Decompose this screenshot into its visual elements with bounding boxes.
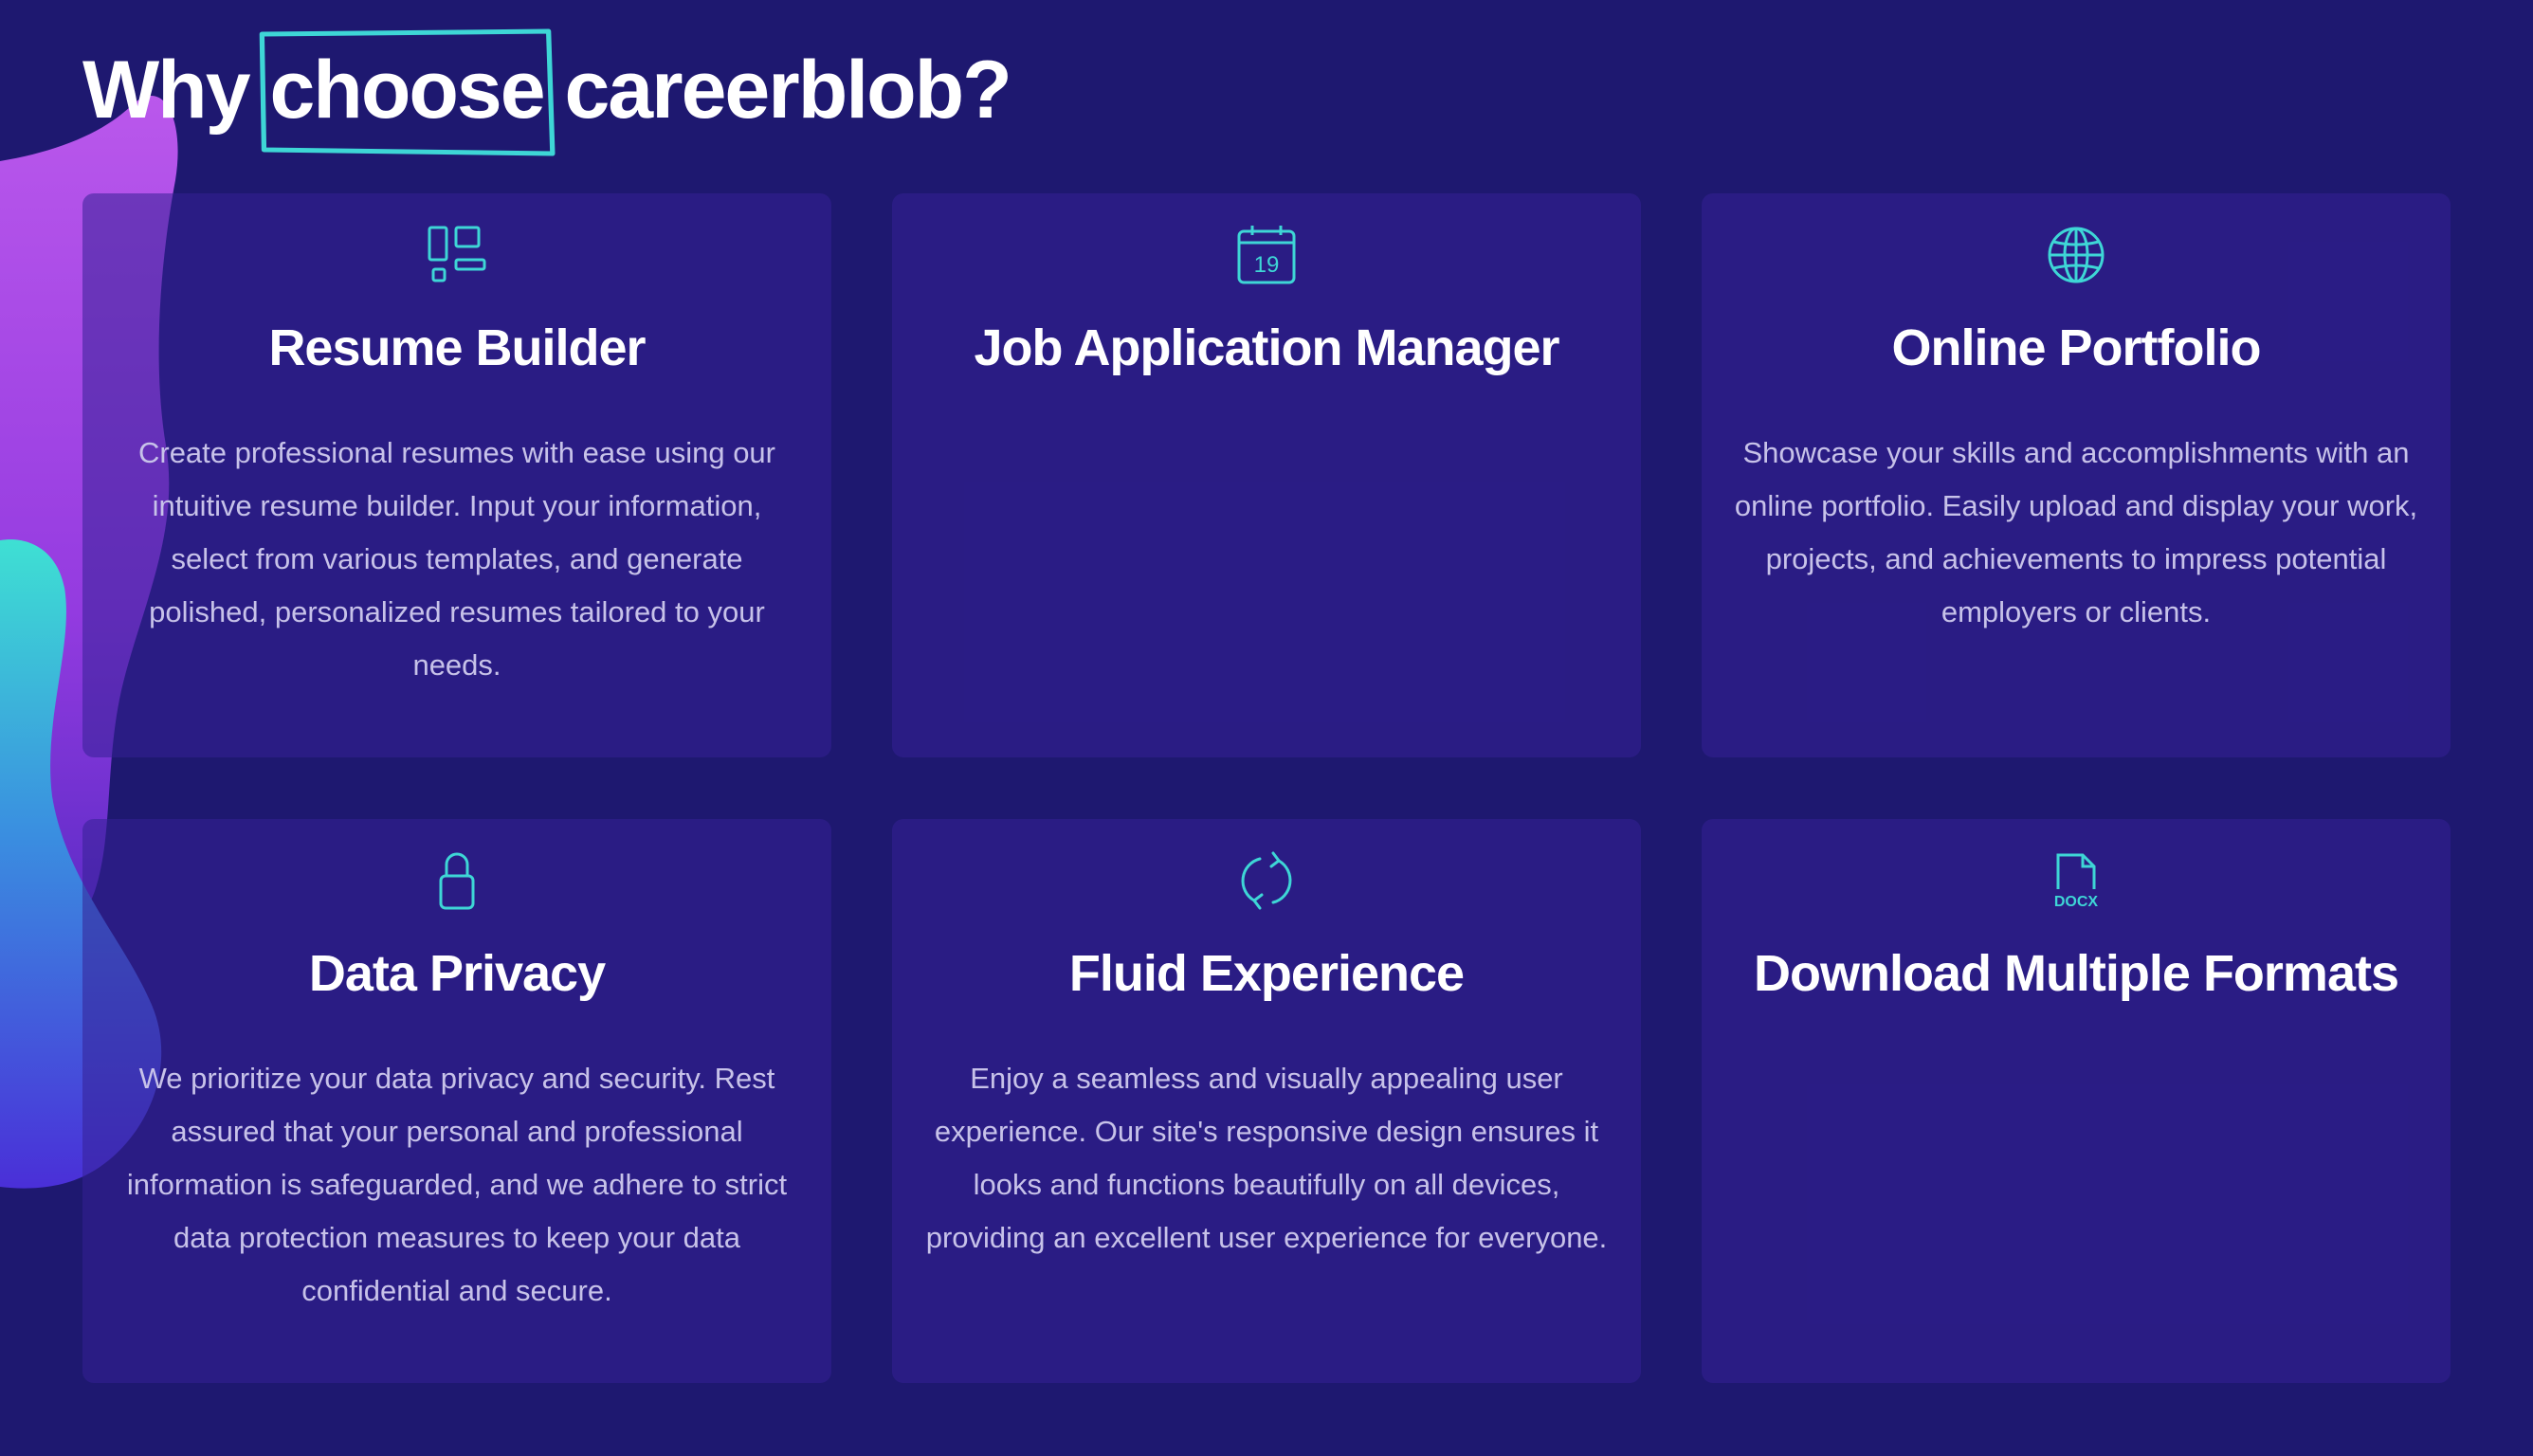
feature-title: Download Multiple Formats [1753, 945, 2399, 1002]
feature-description: Showcase your skills and accomplishments… [1734, 436, 2418, 628]
refresh-icon [1241, 851, 1292, 910]
feature-description: Enjoy a seamless and visually appealing … [925, 1062, 1608, 1254]
feature-card-job-application-manager: 19 Job Application Manager [892, 193, 1641, 757]
feature-title: Resume Builder [268, 319, 646, 376]
title-highlight-word: choose [260, 28, 556, 156]
feature-icon-wrapper: 19 [922, 222, 1611, 288]
feature-title: Data Privacy [308, 945, 606, 1002]
feature-description: Create professional resumes with ease us… [137, 436, 775, 682]
feature-card-online-portfolio: Online Portfolio Showcase your skills an… [1702, 193, 2451, 757]
feature-icon-wrapper [922, 847, 1611, 914]
feature-icon-wrapper [1732, 222, 2420, 288]
feature-title: Online Portfolio [1891, 319, 2262, 376]
globe-icon [2048, 227, 2105, 283]
svg-text:DOCX: DOCX [2054, 894, 2099, 910]
features-grid: Resume Builder Create professional resum… [82, 193, 2451, 1383]
docx-file-icon: DOCX [2054, 853, 2099, 910]
feature-icon-wrapper: DOCX [1732, 847, 2420, 914]
feature-description: We prioritize your data privacy and secu… [126, 1062, 788, 1307]
feature-card-download-formats: DOCX Download Multiple Formats [1702, 819, 2451, 1383]
highlight-box-outline [260, 28, 556, 156]
calendar-icon: 19 [1237, 226, 1296, 284]
lock-icon [439, 852, 475, 910]
feature-icon-wrapper [113, 847, 801, 914]
title-word-careerblob: careerblob? [564, 45, 1011, 136]
svg-text:19: 19 [1254, 252, 1280, 278]
feature-title: Job Application Manager [974, 319, 1559, 376]
feature-icon-wrapper [113, 222, 801, 288]
feature-title: Fluid Experience [1068, 945, 1465, 1002]
layout-dashboard-icon [428, 226, 486, 282]
title-word-why: Why [82, 45, 251, 136]
feature-card-resume-builder: Resume Builder Create professional resum… [82, 193, 831, 757]
page-title: Why choose careerblob? [82, 28, 1012, 156]
feature-card-data-privacy: Data Privacy We prioritize your data pri… [82, 819, 831, 1383]
feature-card-fluid-experience: Fluid Experience Enjoy a seamless and vi… [892, 819, 1641, 1383]
